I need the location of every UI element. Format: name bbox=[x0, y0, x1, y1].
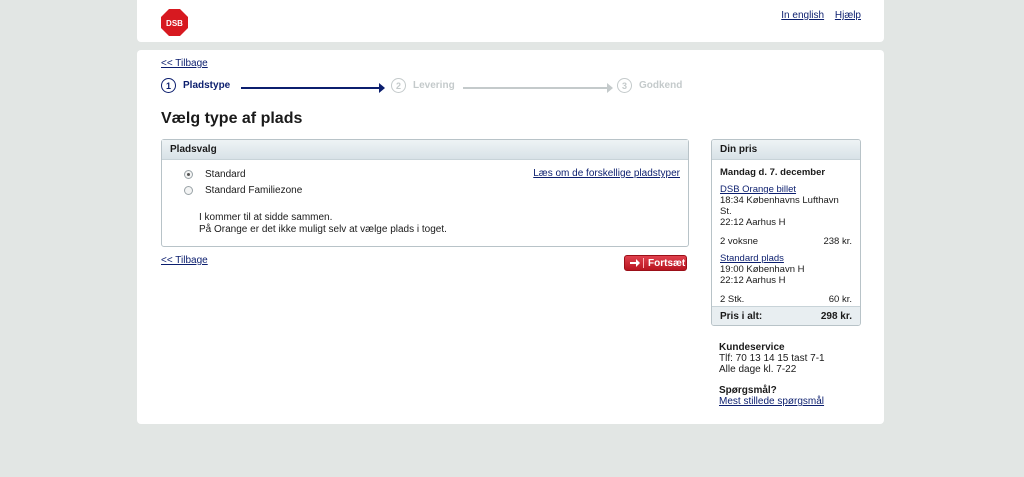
option-label: Standard Familiezone bbox=[205, 185, 303, 196]
seat-line: 22:12 Aarhus H bbox=[720, 275, 786, 286]
ticket-line: 18:34 Københavns Lufthavn bbox=[720, 195, 839, 206]
faq-link[interactable]: Mest stillede spørgsmål bbox=[719, 396, 824, 407]
logo-text: DSB bbox=[166, 19, 183, 28]
step-arrow-icon bbox=[241, 83, 385, 93]
main-content: << Tilbage 1 Pladstype 2 Levering 3 Godk… bbox=[137, 50, 884, 424]
progress-steps: 1 Pladstype 2 Levering 3 Godkend bbox=[161, 78, 691, 98]
step-number: 3 bbox=[617, 78, 632, 93]
step-number: 2 bbox=[391, 78, 406, 93]
help-link[interactable]: Hjælp bbox=[835, 10, 861, 21]
seat-amount: 60 kr. bbox=[828, 294, 852, 305]
seat-line: 19:00 København H bbox=[720, 264, 805, 275]
service-phone: Tlf: 70 13 14 15 tast 7-1 bbox=[719, 353, 825, 364]
seat-choice-panel: Pladsvalg Standard Standard Familiezone … bbox=[161, 139, 689, 247]
step-label: Levering bbox=[413, 80, 455, 91]
panel-title: Pladsvalg bbox=[162, 140, 688, 160]
page-title: Vælg type af plads bbox=[161, 110, 303, 127]
top-bar: DSB In english Hjælp bbox=[137, 0, 884, 42]
ticket-line: St. bbox=[720, 206, 732, 217]
info-text: I kommer til at sidde sammen. På Orange … bbox=[199, 212, 447, 236]
dsb-logo[interactable]: DSB bbox=[161, 9, 188, 36]
service-hours: Alle dage kl. 7-22 bbox=[719, 364, 797, 375]
step-levering: 2 Levering bbox=[391, 78, 455, 93]
arrow-right-icon bbox=[630, 258, 644, 268]
step-number: 1 bbox=[161, 78, 176, 93]
ticket-amount: 238 kr. bbox=[823, 236, 852, 247]
english-link[interactable]: In english bbox=[781, 10, 824, 21]
seat-price-row: 2 Stk. 60 kr. bbox=[720, 294, 852, 305]
seat-types-link[interactable]: Læs om de forskellige pladstyper bbox=[533, 168, 680, 179]
step-label: Pladstype bbox=[183, 80, 231, 91]
price-total-row: Pris i alt: 298 kr. bbox=[712, 306, 860, 325]
option-familiezone[interactable]: Standard Familiezone bbox=[184, 185, 302, 196]
option-label: Standard bbox=[205, 169, 246, 180]
total-amount: 298 kr. bbox=[820, 310, 852, 322]
ticket-price-row: 2 voksne 238 kr. bbox=[720, 236, 852, 247]
step-label: Godkend bbox=[639, 80, 683, 91]
service-title: Kundeservice bbox=[719, 342, 785, 353]
radio-familiezone[interactable] bbox=[184, 186, 193, 195]
travel-date: Mandag d. 7. december bbox=[720, 167, 826, 178]
radio-standard[interactable] bbox=[184, 170, 193, 179]
price-summary: Din pris Mandag d. 7. december DSB Orang… bbox=[711, 139, 861, 326]
faq-title: Spørgsmål? bbox=[719, 385, 777, 396]
info-line: På Orange er det ikke muligt selv at væl… bbox=[199, 224, 447, 235]
option-standard[interactable]: Standard bbox=[184, 169, 246, 180]
faq-section: Spørgsmål? Mest stillede spørgsmål bbox=[719, 385, 824, 407]
seat-link[interactable]: Standard plads bbox=[720, 253, 784, 264]
step-pladstype: 1 Pladstype bbox=[161, 78, 230, 93]
ticket-link[interactable]: DSB Orange billet bbox=[720, 184, 796, 195]
ticket-line: 22:12 Aarhus H bbox=[720, 217, 786, 228]
seat-qty: 2 Stk. bbox=[720, 294, 745, 305]
step-arrow-icon bbox=[463, 83, 613, 93]
ticket-qty: 2 voksne bbox=[720, 236, 759, 247]
total-label: Pris i alt: bbox=[720, 310, 763, 322]
info-line: I kommer til at sidde sammen. bbox=[199, 212, 333, 223]
back-link-top[interactable]: << Tilbage bbox=[161, 58, 208, 69]
customer-service: Kundeservice Tlf: 70 13 14 15 tast 7-1 A… bbox=[719, 342, 825, 375]
ticket-block: DSB Orange billet 18:34 Københavns Lufth… bbox=[720, 184, 852, 228]
seat-block: Standard plads 19:00 København H 22:12 A… bbox=[720, 253, 852, 286]
step-godkend: 3 Godkend bbox=[617, 78, 682, 93]
continue-label: Fortsæt bbox=[648, 257, 686, 269]
price-title: Din pris bbox=[712, 140, 860, 160]
continue-button[interactable]: Fortsæt bbox=[624, 255, 687, 271]
top-links: In english Hjælp bbox=[773, 10, 861, 21]
back-link-bottom[interactable]: << Tilbage bbox=[161, 255, 208, 266]
